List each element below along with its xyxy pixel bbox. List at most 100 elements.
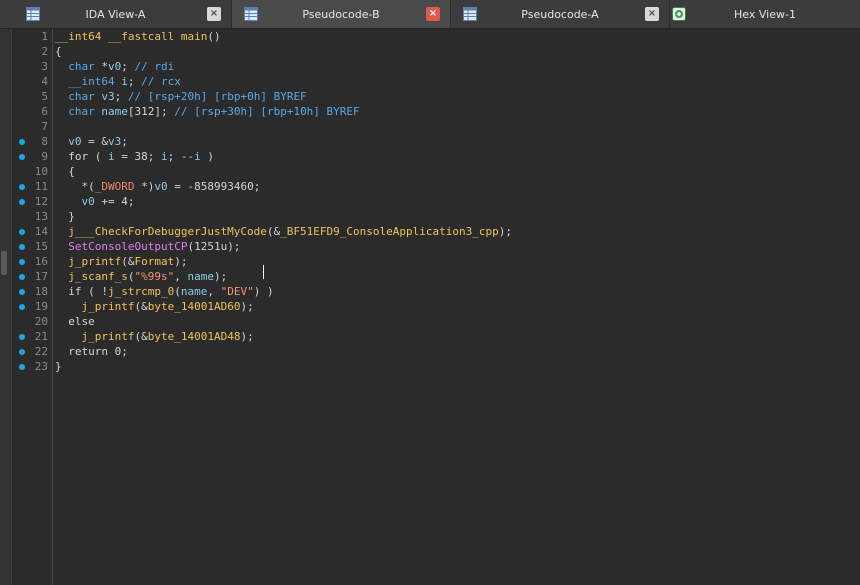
code-token[interactable]: += 4; [95,195,134,208]
code-token[interactable]: v0 [82,195,95,208]
code-token[interactable]: char [55,90,95,103]
code-line[interactable]: 10 { [0,164,860,179]
code-token[interactable]: (& [121,255,134,268]
code-line[interactable]: 18 if ( !j_strcmp_0(name, "DEV") ) [0,284,860,299]
code-line[interactable]: 1 __int64 __fastcall main() [0,29,860,44]
code-line[interactable]: 15 SetConsoleOutputCP(1251u); [0,239,860,254]
tab-hex-view-1[interactable]: Hex View-1 [670,0,860,28]
code-token[interactable]: j_strcmp_0 [108,285,174,298]
code-token[interactable]: char [55,105,95,118]
code-line[interactable]: 11 *(_DWORD *)v0 = -858993460; [0,179,860,194]
code-line[interactable]: 19 j_printf(&byte_14001AD60); [0,299,860,314]
code-text[interactable]: __int64 i; // rcx [55,74,181,89]
code-token[interactable]: j_printf [55,330,134,343]
code-token[interactable]: i [161,150,168,163]
close-icon[interactable]: × [645,7,659,21]
code-token[interactable]: v0 [154,180,167,193]
code-line[interactable]: 4 __int64 i; // rcx [0,74,860,89]
code-line[interactable]: 7 [0,119,860,134]
code-token[interactable]: return 0; [55,345,128,358]
code-token[interactable]: if ( ! [55,285,108,298]
code-token[interactable]: "%99s" [134,270,174,283]
code-text[interactable]: *(_DWORD *)v0 = -858993460; [55,179,260,194]
code-token[interactable]: ); [214,270,227,283]
pseudocode-editor[interactable]: 1 __int64 __fastcall main() 2{3 char *v0; … [0,29,860,585]
code-text[interactable]: { [55,44,62,59]
code-token[interactable]: // [rsp+20h] [rbp+0h] BYREF [128,90,307,103]
code-line[interactable]: 22 return 0; [0,344,860,359]
code-token[interactable]: (& [134,300,147,313]
code-line[interactable]: 2{ [0,44,860,59]
code-token[interactable]: // rcx [141,75,181,88]
code-token[interactable]: ; [121,135,128,148]
close-icon[interactable]: × [426,7,440,21]
code-token[interactable]: // [rsp+30h] [rbp+10h] BYREF [174,105,359,118]
code-token[interactable]: (& [134,330,147,343]
close-icon[interactable]: × [207,7,221,21]
code-text[interactable]: __int64 __fastcall main() [55,29,221,44]
tab-pseudocode-a[interactable]: Pseudocode-A × [451,0,670,28]
code-token[interactable]: ; -- [168,150,195,163]
code-token[interactable] [55,195,82,208]
code-token[interactable]: __int64 [55,75,114,88]
code-token[interactable]: i [108,150,115,163]
code-text[interactable]: j_printf(&byte_14001AD60); [55,299,253,314]
code-text[interactable]: char name[312]; // [rsp+30h] [rbp+10h] B… [55,104,359,119]
code-token[interactable]: byte_14001AD60 [148,300,241,313]
code-token[interactable]: , [207,285,220,298]
code-text[interactable]: if ( !j_strcmp_0(name, "DEV") ) [55,284,274,299]
code-token[interactable]: j_printf [55,255,121,268]
code-text[interactable]: } [55,359,62,374]
code-token[interactable]: (& [267,225,280,238]
code-token[interactable]: { [55,45,62,58]
code-token[interactable]: ); [240,300,253,313]
code-token[interactable]: j___CheckForDebuggerJustMyCode [55,225,267,238]
code-token[interactable]: , [174,270,187,283]
code-token[interactable]: ) ) [254,285,274,298]
code-token[interactable]: ( [174,285,181,298]
code-text[interactable]: v0 += 4; [55,194,135,209]
code-line[interactable]: 20 else [0,314,860,329]
code-token[interactable]: *) [135,180,154,193]
code-token[interactable]: name [181,285,208,298]
code-token[interactable]: SetConsoleOutputCP [55,240,187,253]
code-text[interactable]: } [55,209,75,224]
code-token[interactable]: v0 [108,60,121,73]
code-token[interactable]: ) [201,150,214,163]
code-token[interactable]: v3 [108,135,121,148]
code-text[interactable]: return 0; [55,344,128,359]
code-token[interactable]: // rdi [135,60,175,73]
code-token[interactable]: = & [82,135,108,148]
code-line[interactable]: 5 char v3; // [rsp+20h] [rbp+0h] BYREF [0,89,860,104]
code-line[interactable]: 17 j_scanf_s("%99s", name); [0,269,860,284]
code-token[interactable]: i [194,150,201,163]
tab-pseudocode-b[interactable]: Pseudocode-B × [232,0,451,28]
code-text[interactable]: char v3; // [rsp+20h] [rbp+0h] BYREF [55,89,307,104]
code-token[interactable]: (1251u); [187,240,240,253]
code-token[interactable]: ; [128,75,141,88]
code-token[interactable]: ; [115,90,128,103]
code-text[interactable]: for ( i = 38; i; --i ) [55,149,214,164]
code-token[interactable]: v0 [68,135,81,148]
code-line[interactable]: 9 for ( i = 38; i; --i ) [0,149,860,164]
code-token[interactable]: for ( [55,150,108,163]
code-token[interactable]: _DWORD [95,180,135,193]
code-text[interactable]: v0 = &v3; [55,134,128,149]
code-token[interactable]: = 38; [115,150,161,163]
code-text[interactable]: SetConsoleOutputCP(1251u); [55,239,240,254]
code-line[interactable]: 16 j_printf(&Format); [0,254,860,269]
code-token[interactable]: name [187,270,214,283]
code-token[interactable]: char [55,60,95,73]
code-text[interactable]: j___CheckForDebuggerJustMyCode(&_BF51EFD… [55,224,512,239]
code-text[interactable]: { [55,164,75,179]
code-text[interactable]: j_printf(&byte_14001AD48); [55,329,253,344]
code-token[interactable]: ); [240,330,253,343]
code-text[interactable]: else [55,314,95,329]
code-token[interactable]: "DEV" [221,285,254,298]
code-line[interactable]: 23} [0,359,860,374]
code-token[interactable]: j_printf [55,300,134,313]
code-token[interactable]: else [55,315,95,328]
code-line[interactable]: 3 char *v0; // rdi [0,59,860,74]
code-line[interactable]: 14 j___CheckForDebuggerJustMyCode(&_BF51… [0,224,860,239]
code-token[interactable]: ); [499,225,512,238]
